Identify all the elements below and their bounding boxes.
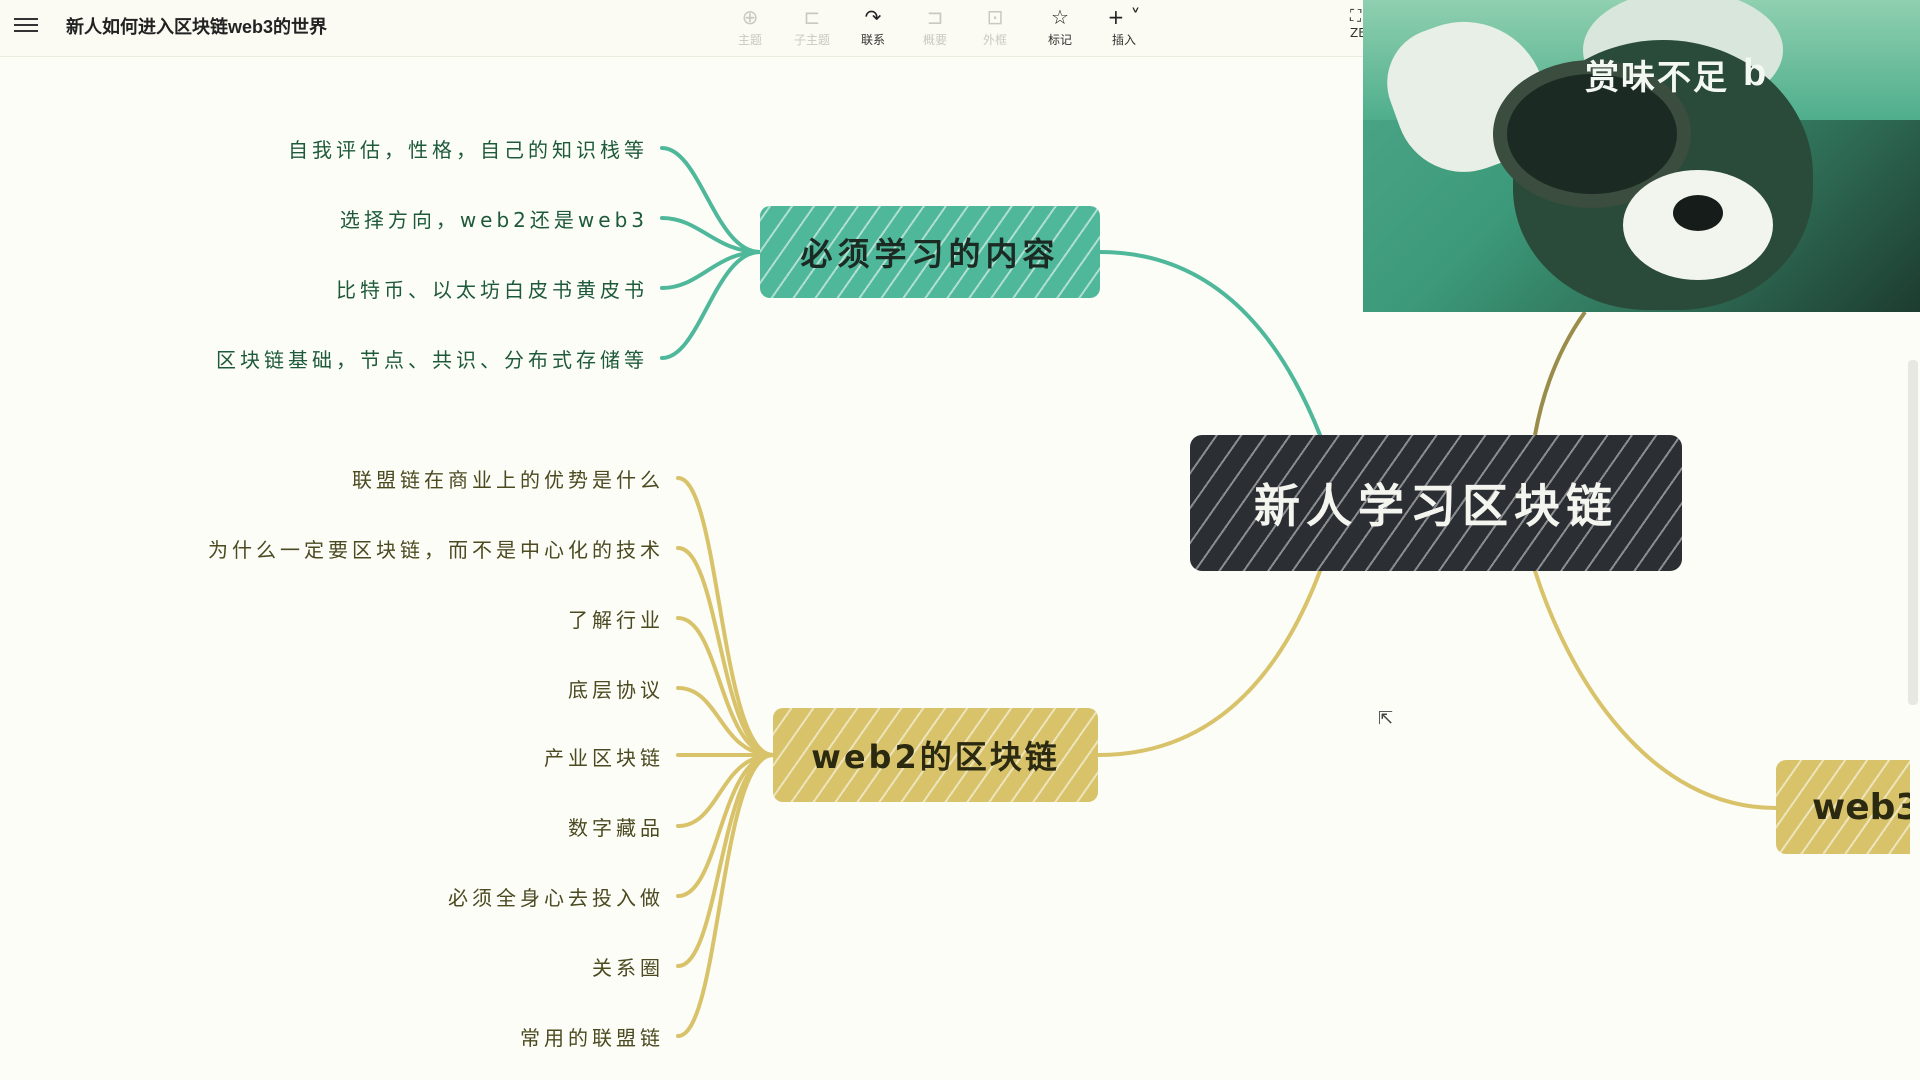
mouse-cursor-icon: ⇱ [1378, 708, 1394, 729]
central-topic-node[interactable]: 新人学习区块链 [1190, 435, 1682, 571]
gold-subtopic-1[interactable]: 联盟链在商业上的优势是什么 [352, 464, 664, 493]
connector-root-green [1098, 250, 1322, 437]
gold-subtopic-5[interactable]: 产业区块链 [544, 742, 664, 771]
topic-label: 必须学习的内容 [800, 235, 1060, 273]
gold-subtopic-2[interactable]: 为什么一定要区块链，而不是中心化的技术 [208, 534, 664, 563]
topic-node-web2[interactable]: web2的区块链 [773, 708, 1098, 802]
connector-gold-9 [676, 753, 775, 1038]
central-topic-label: 新人学习区块链 [1254, 479, 1618, 533]
connector-root-gold [1096, 569, 1322, 757]
gold-subtopic-9[interactable]: 常用的联盟链 [520, 1022, 664, 1051]
green-subtopic-3[interactable]: 比特币、以太坊白皮书黄皮书 [336, 274, 648, 303]
green-subtopic-4[interactable]: 区块链基础，节点、共识、分布式存储等 [216, 344, 648, 373]
gold-subtopic-7[interactable]: 必须全身心去投入做 [448, 882, 664, 911]
topic-node-web3[interactable]: web3 [1776, 760, 1910, 854]
bilibili-logo-icon: b [1743, 52, 1767, 94]
connector-root-up [1533, 310, 1587, 436]
topic-label: web3 [1812, 786, 1910, 828]
green-subtopic-2[interactable]: 选择方向，web2还是web3 [340, 204, 648, 233]
topic-node-must-learn[interactable]: 必须学习的内容 [760, 206, 1100, 298]
gold-subtopic-8[interactable]: 关系圈 [592, 952, 664, 981]
connector-root-web3 [1533, 569, 1778, 810]
vertical-scrollbar[interactable] [1908, 360, 1918, 705]
video-caption: 赏味不足 [1585, 58, 1729, 98]
green-subtopic-1[interactable]: 自我评估，性格，自己的知识栈等 [288, 134, 648, 163]
video-overlay[interactable]: 赏味不足 b [1363, 0, 1920, 312]
connector-gold-1 [676, 476, 775, 757]
gold-subtopic-6[interactable]: 数字藏品 [568, 812, 664, 841]
gold-subtopic-3[interactable]: 了解行业 [568, 604, 664, 633]
gold-subtopic-4[interactable]: 底层协议 [568, 674, 664, 703]
topic-label: web2的区块链 [811, 738, 1060, 776]
